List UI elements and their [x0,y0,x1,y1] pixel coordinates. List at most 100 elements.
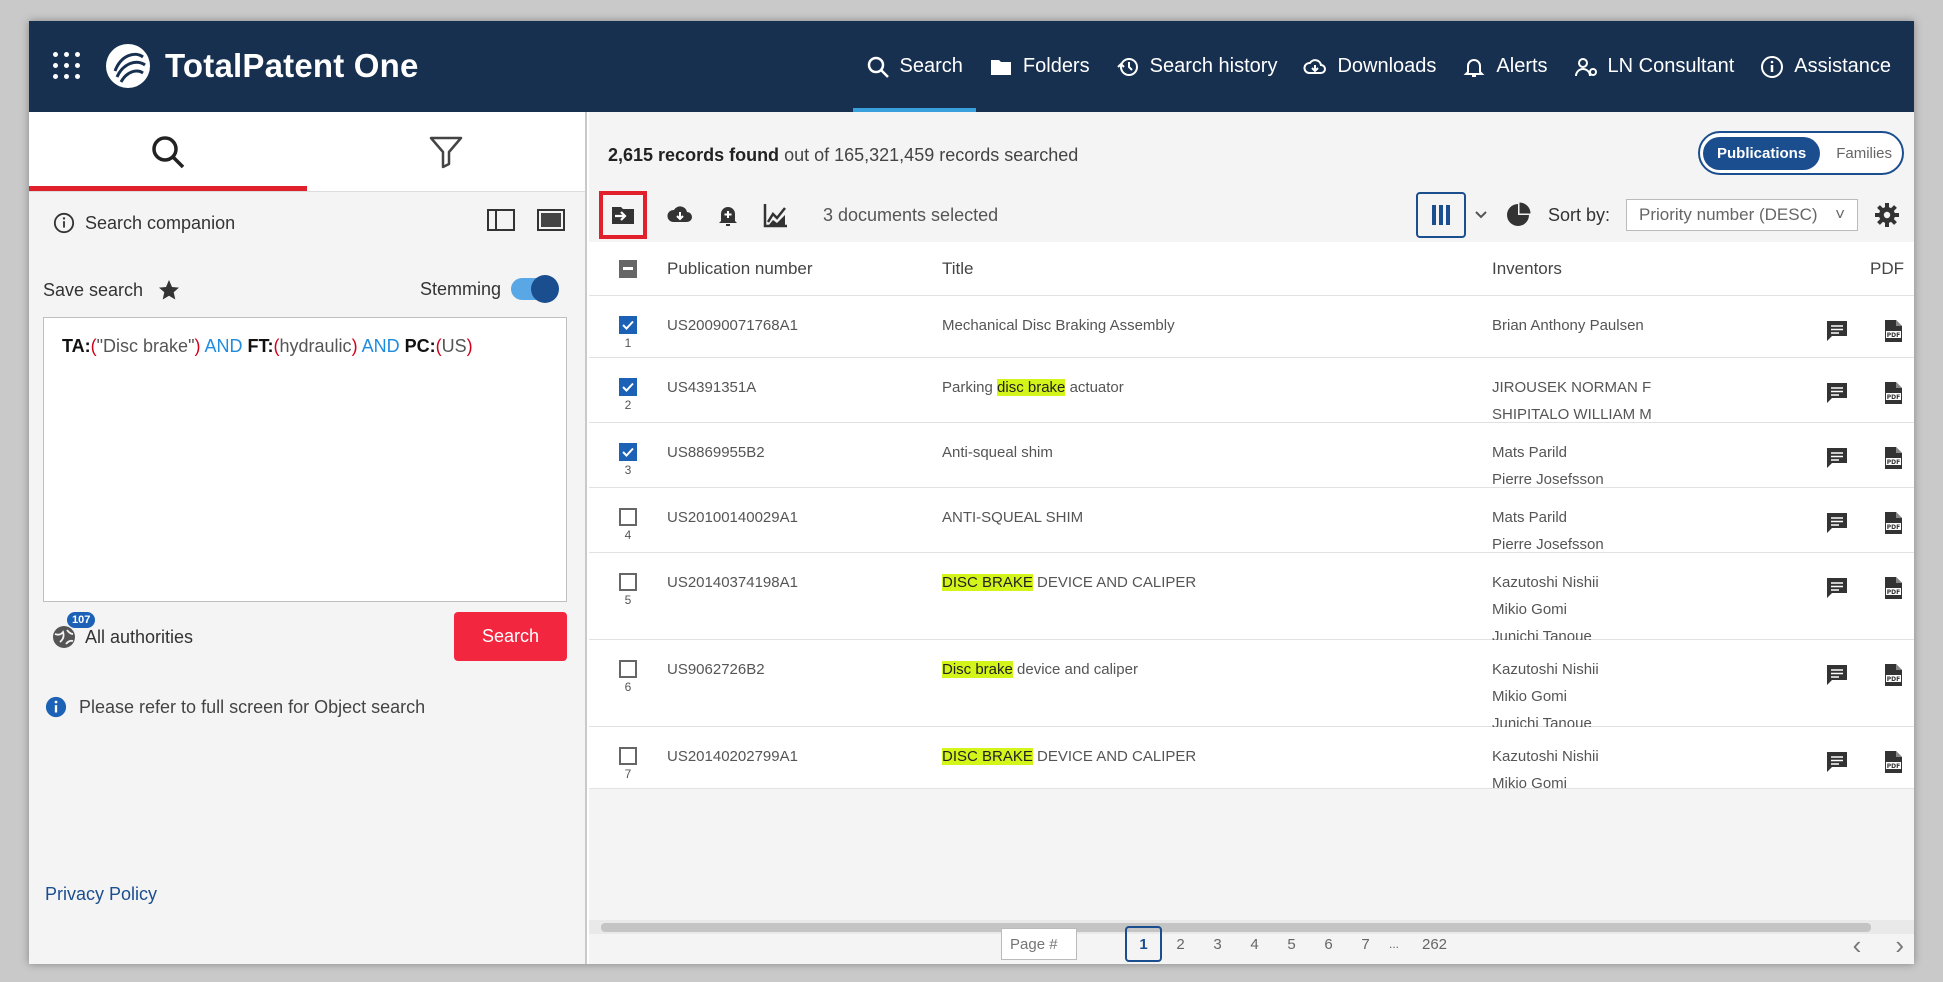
sort-select[interactable]: Priority number (DESC) ˅ [1626,199,1858,231]
page-link[interactable]: 1 [1125,926,1162,962]
gear-icon[interactable] [1874,202,1900,228]
nav-search[interactable]: Search [852,21,977,112]
tab-filter[interactable] [307,112,585,191]
pdf-icon[interactable]: PDF [1880,662,1906,688]
comment-icon[interactable] [1824,318,1850,344]
row-checkbox[interactable] [619,660,637,678]
search-companion[interactable]: Search companion [53,212,235,234]
publication-title[interactable]: Disc brake device and caliper [942,640,1492,726]
comment-icon[interactable] [1824,749,1850,775]
publication-title[interactable]: Parking disc brake actuator [942,358,1492,422]
table-row[interactable]: 3 US8869955B2 Anti-squeal shim Mats Parild P… [589,423,1914,488]
row-checkbox[interactable] [619,747,637,765]
row-checkbox[interactable] [619,378,637,396]
col-inventors[interactable]: Inventors [1492,255,1772,282]
chevron-down-icon[interactable] [1474,210,1488,220]
row-select-cell: 6 [589,640,667,726]
col-title[interactable]: Title [942,255,1492,282]
page-link[interactable]: 4 [1236,926,1273,962]
query-editor[interactable]: TA:("Disc brake") AND FT:(hydraulic) AND… [43,317,567,602]
pdf-icon[interactable]: PDF [1880,575,1906,601]
publication-title[interactable]: ANTI-SQUEAL SHIM [942,488,1492,552]
table-row[interactable]: 7 US20140202799A1 DISC BRAKE DEVICE AND CA… [589,727,1914,792]
page-number-input[interactable] [1001,928,1077,960]
row-checkbox[interactable] [619,316,637,334]
comment-icon[interactable] [1824,575,1850,601]
stemming-label: Stemming [419,278,501,299]
app-grid-icon[interactable] [53,52,81,80]
nav-ln-consultant[interactable]: LN Consultant [1561,21,1748,112]
page-link[interactable]: 3 [1199,926,1236,962]
tab-search[interactable] [29,112,307,191]
pdf-icon[interactable]: PDF [1880,510,1906,536]
pdf-icon[interactable]: PDF [1880,380,1906,406]
nav-downloads[interactable]: Downloads [1290,21,1449,112]
publication-title[interactable]: DISC BRAKE DEVICE AND CALIPER [942,727,1492,788]
nav-assistance[interactable]: Assistance [1747,21,1904,112]
svg-text:PDF: PDF [1887,459,1900,466]
next-page-icon[interactable]: › [1895,930,1904,961]
full-view-icon[interactable] [537,208,565,232]
stemming-toggle[interactable] [511,275,559,303]
pdf-icon[interactable]: PDF [1880,749,1906,775]
publication-number[interactable]: US9062726B2 [667,640,942,726]
download-button[interactable] [665,200,695,230]
comment-icon[interactable] [1824,445,1850,471]
column-view-button[interactable] [1415,192,1466,238]
pdf-icon[interactable]: PDF [1880,318,1906,344]
analytics-button[interactable] [761,200,791,230]
bell-icon [1463,58,1485,77]
publication-number[interactable]: US8869955B2 [667,423,942,487]
pdf-icon[interactable]: PDF [1880,445,1906,471]
comment-icon[interactable] [1824,380,1850,406]
globe-icon: 107 [51,612,96,650]
table-row[interactable]: 6 US9062726B2 Disc brake device and calipe… [589,640,1914,732]
row-number: 7 [624,767,632,781]
privacy-policy-link[interactable]: Privacy Policy [45,884,157,905]
publication-number[interactable]: US20090071768A1 [667,296,942,357]
publication-title[interactable]: Anti-squeal shim [942,423,1492,487]
star-icon[interactable] [157,278,181,302]
add-to-folder-button[interactable] [599,191,647,239]
publication-number[interactable]: US20140202799A1 [667,727,942,788]
page-link[interactable]: 7 [1347,926,1384,962]
page-link[interactable]: 2 [1162,926,1199,962]
row-select-cell: 2 [589,358,667,422]
table-row[interactable]: 5 US20140374198A1 DISC BRAKE DEVICE AND CA… [589,553,1914,645]
toggle-families[interactable]: Families [1820,145,1908,162]
comment-icon[interactable] [1824,510,1850,536]
publication-number[interactable]: US20140374198A1 [667,553,942,639]
page-link[interactable]: 6 [1310,926,1347,962]
table-row[interactable]: 1 US20090071768A1 Mechanical Disc Braking … [589,296,1914,358]
publication-number[interactable]: US4391351A [667,358,942,422]
nav-folders[interactable]: Folders [976,21,1103,112]
create-alert-button[interactable] [713,200,743,230]
page-link[interactable]: 5 [1273,926,1310,962]
table-row[interactable]: 4 US20100140029A1 ANTI-SQUEAL SHIM Mats Par… [589,488,1914,553]
search-button[interactable]: Search [454,612,567,661]
col-publication-number[interactable]: Publication number [667,255,942,282]
main-nav: Search Folders Search history Downloads … [852,21,1904,112]
page-link-last[interactable]: 262 [1416,926,1453,962]
info-icon [1761,55,1784,78]
select-all-checkbox[interactable] [619,259,637,278]
row-checkbox[interactable] [619,573,637,591]
save-search[interactable]: Save search [43,278,181,302]
publication-number[interactable]: US20100140029A1 [667,488,942,552]
row-checkbox[interactable] [619,443,637,461]
toggle-publications[interactable]: Publications [1703,136,1821,170]
row-select-cell: 1 [589,296,667,357]
row-checkbox[interactable] [619,508,637,526]
split-view-icon[interactable] [487,208,515,232]
table-row[interactable]: 2 US4391351A Parking disc brake actuator JI… [589,358,1914,423]
pie-chart-icon[interactable] [1504,201,1532,229]
nav-alerts[interactable]: Alerts [1449,21,1560,112]
comment-icon[interactable] [1824,662,1850,688]
prev-page-icon[interactable]: ‹ [1853,930,1862,961]
publication-title[interactable]: Mechanical Disc Braking Assembly [942,296,1492,357]
logo[interactable]: TotalPatent One [103,41,419,91]
publication-title[interactable]: DISC BRAKE DEVICE AND CALIPER [942,553,1492,639]
results-panel: 2,615 records found out of 165,321,459 r… [589,112,1914,964]
nav-search-history[interactable]: Search history [1103,21,1291,112]
authorities-selector[interactable]: 107 All authorities [51,612,193,650]
